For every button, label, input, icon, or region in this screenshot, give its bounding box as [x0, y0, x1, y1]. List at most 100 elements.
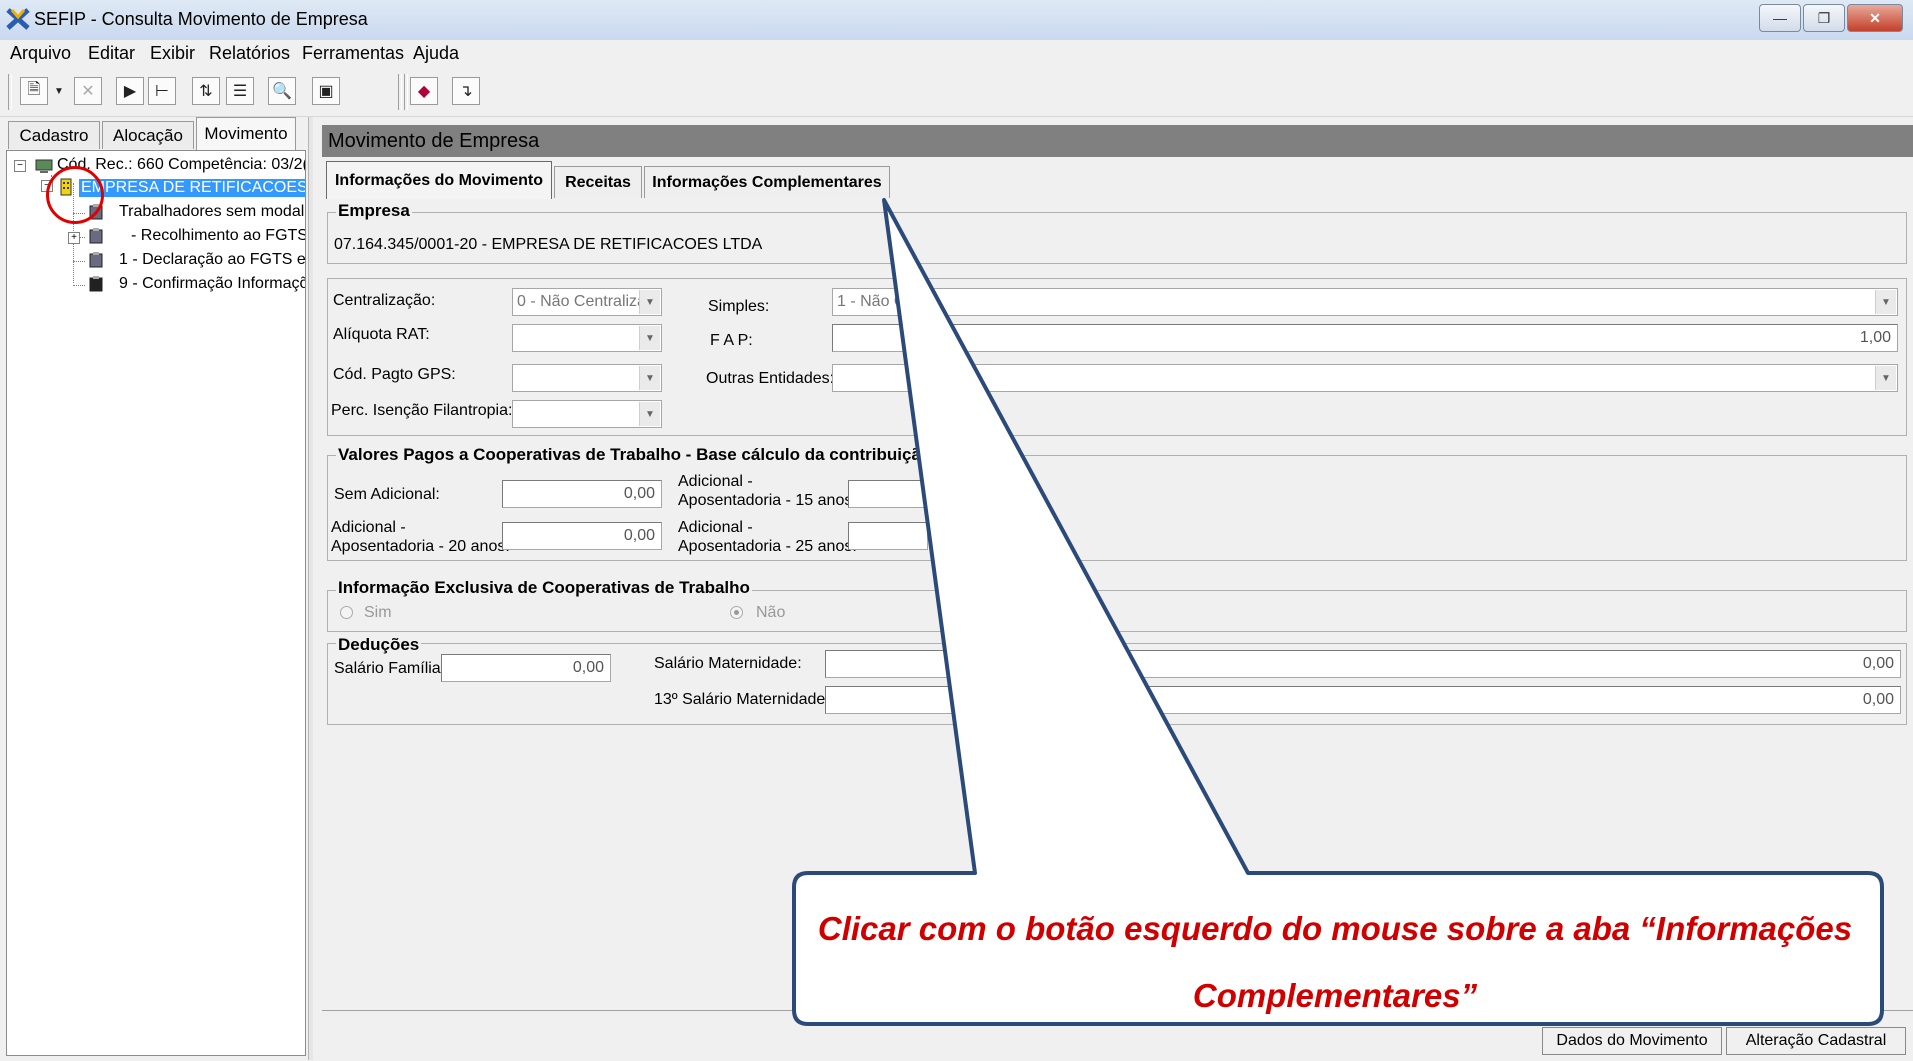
tree-item-recolhimento[interactable]: - Recolhimento ao FGTS	[131, 227, 305, 245]
adicional-15-label: Adicional - Aposentadoria - 15 anos:	[678, 473, 857, 509]
tree-item-declaracao[interactable]: 1 - Declaração ao FGTS e	[119, 251, 305, 269]
empresa-value: 07.164.345/0001-20 - EMPRESA DE RETIFICA…	[334, 236, 763, 253]
simples-select[interactable]: 1 - Não O ▼	[832, 288, 1898, 316]
panel-splitter[interactable]	[308, 117, 313, 1060]
simples-label: Simples:	[708, 298, 770, 315]
execute-button[interactable]: ◆	[410, 77, 438, 105]
cooperativas-group-label: Valores Pagos a Cooperativas de Trabalho…	[336, 445, 923, 465]
document-icon: 🗎	[27, 80, 41, 98]
panel-title: Movimento de Empresa	[328, 130, 540, 152]
adicional-20-label: Adicional - Aposentadoria - 20 anos:	[331, 519, 510, 555]
list-icon: ☰	[232, 83, 248, 100]
close-button[interactable]: ✕	[1847, 4, 1903, 32]
sim-radio-label: Sim	[364, 604, 392, 621]
tab-cadastro[interactable]: Cadastro	[8, 121, 100, 149]
restore-icon: ❐	[1817, 9, 1831, 26]
window-title: SEFIP - Consulta Movimento de Empresa	[34, 9, 368, 29]
nao-radio-label: Não	[756, 604, 786, 621]
company-tree: − Cód. Rec.: 660 Competência: 03/2( − EM…	[6, 150, 306, 1056]
tree-item-confirmacao[interactable]: 9 - Confirmação Informaçõe	[119, 275, 305, 293]
tree-item-trabalhadores[interactable]: Trabalhadores sem modalid	[119, 203, 305, 221]
chevron-down-icon: ▼	[639, 366, 660, 390]
left-tab-bar: Cadastro Alocação Movimento	[4, 117, 304, 150]
sim-radio[interactable]	[340, 606, 353, 619]
sem-adicional-label: Sem Adicional:	[334, 486, 440, 503]
empresa-group-label: Empresa	[336, 201, 412, 221]
tab-alocacao[interactable]: Alocação	[102, 121, 194, 149]
callout-text: Clicar com o botão esquerdo do mouse sob…	[817, 910, 1853, 1014]
aliquota-rat-label: Alíquota RAT:	[333, 326, 430, 343]
workers-icon	[89, 276, 103, 292]
arrow-right-icon: ▶	[123, 83, 137, 100]
exclusiva-group-label: Informação Exclusiva de Cooperativas de …	[336, 578, 752, 598]
chevron-down-icon: ▼	[1875, 366, 1896, 390]
search-button[interactable]: 🔍	[268, 77, 296, 105]
box-icon: ▣	[318, 83, 334, 100]
menu-ferramentas[interactable]: Ferramentas	[302, 43, 404, 64]
menu-bar: Arquivo Editar Exibir Relatórios Ferrame…	[0, 40, 1913, 68]
highlight-circle	[46, 166, 104, 224]
maximize-button[interactable]: ❐	[1803, 4, 1845, 32]
tab-movimento[interactable]: Movimento	[196, 117, 296, 150]
outras-entidades-select[interactable]: ▼	[832, 364, 1898, 392]
cod-pagto-gps-select[interactable]: ▼	[512, 364, 662, 392]
binoculars-icon: 🔍	[272, 83, 292, 100]
salario-familia-label: Salário Família:	[334, 660, 446, 677]
menu-ajuda[interactable]: Ajuda	[413, 43, 459, 64]
adicional-15-field[interactable]	[848, 480, 928, 508]
menu-arquivo[interactable]: Arquivo	[10, 43, 71, 64]
list-button[interactable]: ☰	[226, 77, 254, 105]
tab-informacoes-movimento[interactable]: Informações do Movimento	[326, 161, 552, 199]
adicional-25-field[interactable]	[848, 522, 928, 550]
salario-maternidade-field[interactable]: 0,00	[825, 650, 1901, 678]
new-document-button[interactable]: 🗎	[20, 77, 48, 105]
salario-familia-field[interactable]: 0,00	[441, 654, 611, 682]
sem-adicional-field[interactable]: 0,00	[502, 480, 662, 508]
menu-editar[interactable]: Editar	[88, 43, 135, 64]
exit-button[interactable]: ↴	[452, 77, 480, 105]
chevron-down-icon: ▼	[639, 402, 660, 426]
title-bar: SEFIP - Consulta Movimento de Empresa — …	[0, 0, 1913, 41]
move-right-button[interactable]: ▶	[116, 77, 144, 105]
alteracao-cadastral-button[interactable]: Alteração Cadastral	[1726, 1027, 1906, 1055]
menu-exibir[interactable]: Exibir	[150, 43, 195, 64]
adicional-25-label: Adicional - Aposentadoria - 25 anos:	[678, 519, 857, 555]
minimize-button[interactable]: —	[1759, 4, 1801, 32]
collapse-root-toggle[interactable]: −	[14, 160, 26, 172]
aliquota-rat-select[interactable]: ▼	[512, 324, 662, 352]
sefip-app-icon	[6, 8, 30, 30]
tab-informacoes-complementares[interactable]: Informações Complementares	[644, 166, 890, 198]
workers-icon	[89, 252, 103, 268]
fap-field[interactable]: 1,00	[832, 324, 1898, 352]
tree-view-button[interactable]: ⊢	[148, 77, 176, 105]
decimo-salario-maternidade-label: 13º Salário Maternidade:	[654, 691, 830, 708]
new-dropdown-button[interactable]: ▼	[50, 77, 68, 105]
box-button[interactable]: ▣	[312, 77, 340, 105]
adicional-20-field[interactable]: 0,00	[502, 522, 662, 550]
tab-receitas[interactable]: Receitas	[554, 166, 642, 198]
sort-icon: ⇅	[199, 83, 213, 100]
tree-company-node[interactable]: EMPRESA DE RETIFICACOES	[79, 179, 305, 197]
centralizacao-select[interactable]: 0 - Não Centraliza ▼	[512, 288, 662, 316]
perc-isencao-select[interactable]: ▼	[512, 400, 662, 428]
chevron-down-icon: ▼	[639, 290, 660, 314]
decimo-salario-maternidade-field[interactable]: 0,00	[825, 686, 1901, 714]
computer-icon	[35, 159, 53, 173]
outras-entidades-label: Outras Entidades:	[706, 370, 835, 387]
fap-label: F A P:	[710, 332, 753, 349]
expand-recolhimento-toggle[interactable]: +	[68, 232, 80, 244]
tree-root-node[interactable]: Cód. Rec.: 660 Competência: 03/2(	[57, 156, 305, 174]
delete-button[interactable]: ✕	[74, 77, 102, 105]
workers-icon	[89, 228, 103, 244]
close-icon: ✕	[1869, 9, 1881, 26]
minimize-icon: —	[1773, 10, 1787, 26]
chevron-down-icon: ▼	[54, 85, 64, 97]
dados-movimento-button[interactable]: Dados do Movimento	[1542, 1027, 1722, 1055]
x-icon: ✕	[81, 83, 95, 100]
nao-radio[interactable]	[730, 606, 743, 619]
menu-relatorios[interactable]: Relatórios	[209, 43, 290, 64]
chevron-down-icon: ▼	[639, 326, 660, 350]
sort-button[interactable]: ⇅	[192, 77, 220, 105]
cod-pagto-gps-label: Cód. Pagto GPS:	[333, 366, 456, 383]
perc-isencao-label: Perc. Isenção Filantropia:	[331, 402, 513, 419]
